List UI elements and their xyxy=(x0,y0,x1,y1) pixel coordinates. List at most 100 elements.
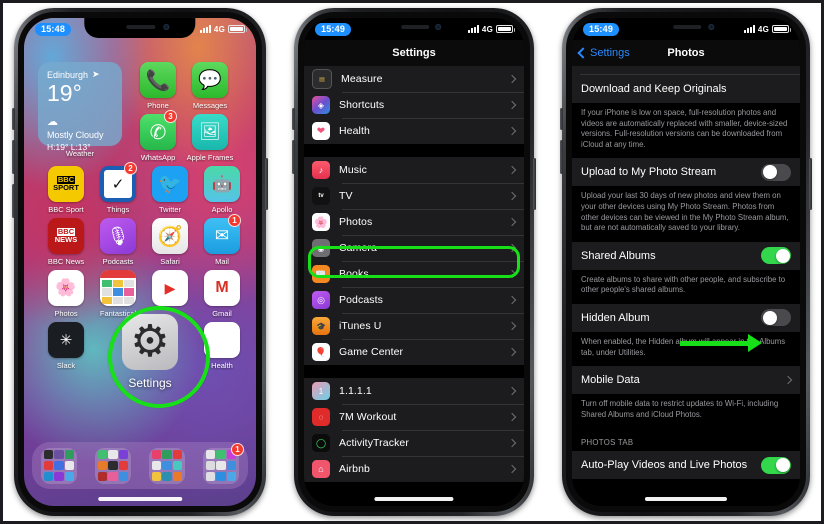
app-label-whatsapp: WhatsApp xyxy=(140,153,176,162)
game-center-icon: 🎈 xyxy=(312,343,330,361)
toggle-auto-play-videos[interactable] xyxy=(761,456,791,474)
chevron-right-icon xyxy=(507,347,517,357)
app-icon-apple-frames[interactable]: 🖼 xyxy=(192,114,228,150)
row-auto-play-videos[interactable]: Auto-Play Videos and Live Photos xyxy=(572,451,800,480)
sidebar-item-podcasts[interactable]: ◎ Podcasts xyxy=(304,287,524,313)
app-label-things: Things xyxy=(106,205,130,214)
app-icon-twitter[interactable]: 🐦 xyxy=(152,166,188,202)
page-title-settings: Settings xyxy=(392,47,436,59)
status-bar-2: 15:49 4G xyxy=(304,18,524,40)
toggle-shared-albums[interactable] xyxy=(761,247,791,265)
photos-icon: 🌸 xyxy=(312,213,330,231)
sidebar-item-shortcuts[interactable]: ◈ Shortcuts xyxy=(304,92,524,118)
app-icon-bbc-sport[interactable]: BBC SPORT xyxy=(48,166,84,202)
power-button-3[interactable] xyxy=(809,158,812,210)
app-label-messages: Messages xyxy=(192,101,228,110)
dock: 1 xyxy=(32,442,248,489)
phone-home-screen: 15:48 4G Edinburgh ➤ 19° ☁ Mostly Cloudy… xyxy=(12,8,268,516)
app-icon-fantastical[interactable] xyxy=(100,270,136,306)
toggle-hidden-album[interactable] xyxy=(761,309,791,327)
dock-folder-3[interactable] xyxy=(149,447,185,484)
phone2-screen: 15:49 4G Settings ▤ Measure ◈ Shortcuts … xyxy=(304,18,524,506)
home-indicator-2[interactable] xyxy=(374,497,454,501)
home-indicator-3[interactable] xyxy=(644,497,728,501)
home-indicator-1[interactable] xyxy=(98,497,182,501)
row-download-and-keep-originals[interactable]: Download and Keep Originals xyxy=(572,75,800,103)
app-icon-apollo[interactable]: 🤖 xyxy=(204,166,240,202)
app-icon-photos[interactable]: 🌸 xyxy=(48,270,84,306)
sidebar-item-game-center[interactable]: 🎈 Game Center xyxy=(304,339,524,365)
mute-switch[interactable] xyxy=(12,184,15,218)
widget-location-row: Edinburgh ➤ xyxy=(47,69,113,80)
row-shared-albums[interactable]: Shared Albums xyxy=(572,241,800,270)
row-upload-to-my-photo-stream[interactable]: Upload to My Photo Stream xyxy=(572,158,800,187)
app-icon-safari[interactable]: 🧭 xyxy=(152,218,188,254)
location-arrow-icon: ➤ xyxy=(92,69,100,79)
row-label: Health xyxy=(339,125,370,137)
row-label: Airbnb xyxy=(339,463,370,475)
dock-folder-4[interactable]: 1 xyxy=(203,442,244,484)
back-button[interactable]: Settings xyxy=(577,47,630,59)
app-label-gmail: Gmail xyxy=(212,309,232,318)
app-icon-phone[interactable]: 📞 xyxy=(140,62,176,98)
power-button[interactable] xyxy=(265,158,268,210)
signal-bars-icon-3 xyxy=(743,25,755,33)
dock-folder-1[interactable] xyxy=(41,447,77,484)
sidebar-item-measure[interactable]: ▤ Measure xyxy=(304,66,524,92)
app-label-slack: Slack xyxy=(56,361,76,370)
sidebar-item-health[interactable]: ❤ Health xyxy=(304,118,524,144)
sidebar-item-activitytracker[interactable]: ◯ ActivityTracker xyxy=(304,430,524,456)
volume-down-button-3[interactable] xyxy=(560,140,563,174)
chevron-right-icon xyxy=(507,217,517,227)
sidebar-item-photos[interactable]: 🌸 Photos xyxy=(304,209,524,235)
sidebar-item-1111[interactable]: 1 1.1.1.1 xyxy=(304,378,524,404)
app-icon-slack[interactable]: ✳ xyxy=(48,322,84,358)
footer-mobile-data: Turn off mobile data to restrict updates… xyxy=(572,394,800,429)
volume-down-button-2[interactable] xyxy=(292,140,295,174)
status-bar-1: 15:48 4G xyxy=(24,18,256,40)
sidebar-item-7m-workout[interactable]: ◌ 7M Workout xyxy=(304,404,524,430)
chevron-right-icon xyxy=(507,438,517,448)
app-label-mail: Mail xyxy=(215,257,229,266)
badge-things: 2 xyxy=(124,162,137,175)
app-icon-gmail[interactable]: M xyxy=(204,270,240,306)
music-icon: ♪ xyxy=(312,161,330,179)
badge-mail: 1 xyxy=(228,214,241,227)
photos-settings-scroll[interactable]: Download and Keep Originals If your iPho… xyxy=(572,66,800,506)
chevron-right-icon xyxy=(507,100,517,110)
row-label: iTunes U xyxy=(339,320,382,332)
widget-label: Weather xyxy=(65,149,95,158)
photos-settings-screen: 15:49 4G Settings Photos Download and Ke… xyxy=(572,18,800,506)
chevron-right-icon xyxy=(507,412,517,422)
chevron-right-icon xyxy=(507,295,517,305)
weather-widget[interactable]: Edinburgh ➤ 19° ☁ Mostly Cloudy H:19° L:… xyxy=(38,62,122,152)
row-mobile-data[interactable]: Mobile Data xyxy=(572,366,800,395)
widget-temperature: 19° xyxy=(47,80,82,106)
group-separator-2 xyxy=(304,365,524,378)
app-icon-podcasts[interactable]: 🎙 xyxy=(100,218,136,254)
settings-list-scroll[interactable]: ▤ Measure ◈ Shortcuts ❤ Health ♪ Music t… xyxy=(304,66,524,506)
network-type-label-3: 4G xyxy=(757,24,769,34)
volume-down-button[interactable] xyxy=(12,140,15,174)
row-label: Photos xyxy=(339,216,373,228)
chevron-right-icon xyxy=(507,321,517,331)
sidebar-item-itunes-u[interactable]: 🎓 iTunes U xyxy=(304,313,524,339)
badge-dock-folder-4: 1 xyxy=(231,442,244,456)
dock-folder-2[interactable] xyxy=(95,447,131,484)
row-hidden-album[interactable]: Hidden Album xyxy=(572,303,800,332)
sidebar-item-music[interactable]: ♪ Music xyxy=(304,157,524,183)
row-label: Game Center xyxy=(339,346,404,358)
volume-up-button[interactable] xyxy=(12,108,15,130)
sidebar-item-tv[interactable]: tv TV xyxy=(304,183,524,209)
sidebar-item-airbnb[interactable]: ⌂ Airbnb xyxy=(304,456,524,482)
volume-up-button-2[interactable] xyxy=(292,108,295,130)
activity-tracker-icon: ◯ xyxy=(312,434,330,452)
app-icon-bbc-news[interactable]: BBC NEWS xyxy=(48,218,84,254)
power-button-2[interactable] xyxy=(533,158,536,210)
app-icon-messages[interactable]: 💬 xyxy=(192,62,228,98)
settings-group-1: ▤ Measure ◈ Shortcuts ❤ Health xyxy=(304,66,524,144)
volume-up-button-3[interactable] xyxy=(560,108,563,130)
signal-bars-icon-2 xyxy=(467,25,479,33)
app-icon-youtube[interactable]: ▶ xyxy=(152,270,188,306)
toggle-upload-to-my-photo-stream[interactable] xyxy=(761,163,791,181)
